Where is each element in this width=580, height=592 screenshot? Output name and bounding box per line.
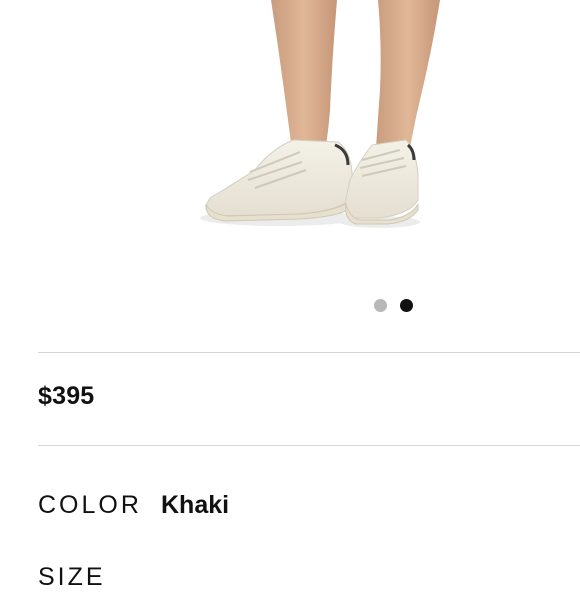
right-leg [376,0,440,148]
size-label: SIZE [38,563,106,591]
carousel-dot-2[interactable] [400,299,413,312]
color-value: Khaki [161,491,230,519]
sneakers-photo [200,0,440,228]
product-price: $395 [38,382,95,410]
image-carousel-dots [374,299,413,312]
divider [38,445,580,446]
product-image[interactable] [0,0,580,290]
left-leg [271,0,337,150]
carousel-dot-1[interactable] [374,299,387,312]
divider [38,352,580,353]
color-label: COLOR [38,491,142,519]
